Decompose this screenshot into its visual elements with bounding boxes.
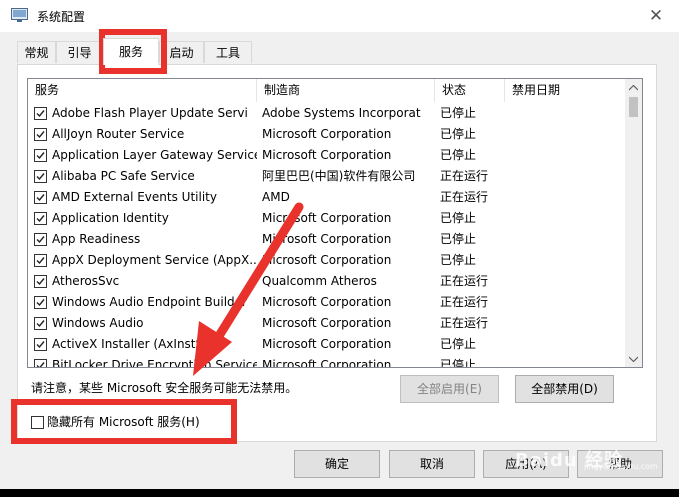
tab-services[interactable]: 服务	[103, 38, 159, 65]
arrow-annotation	[193, 202, 304, 376]
watermark-url: jingyan.baidu.com	[584, 462, 658, 471]
system-config-window: 系统配置 ✕ 常规 引导 服务 启动 工具 服务 制造商 状态 禁用日期 Ado…	[0, 0, 679, 489]
